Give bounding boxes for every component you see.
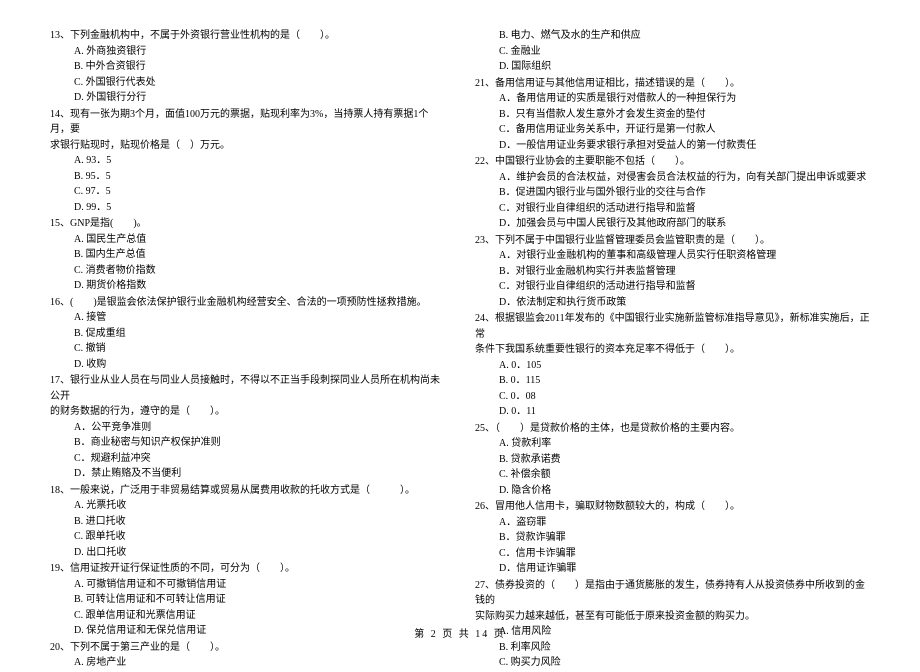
q22-text: 22、中国银行业协会的主要职能不包括（ ）。 xyxy=(475,154,870,170)
question-21: 21、备用信用证与其他信用证相比，描述错误的是（ ）。 A．备用信用证的实质是银… xyxy=(475,76,870,154)
q13-option-d: D. 外国银行分行 xyxy=(50,90,445,106)
q13-option-b: B. 中外合资银行 xyxy=(50,59,445,75)
question-26: 26、冒用他人信用卡，骗取财物数额较大的，构成（ ）。 A．盗窃罪 B．贷款诈骗… xyxy=(475,499,870,577)
q17-option-c: C．规避利益冲突 xyxy=(50,451,445,467)
q21-option-b: B．只有当借款人发生意外才会发生资金的垫付 xyxy=(475,107,870,123)
q16-option-b: B. 促成重组 xyxy=(50,326,445,342)
q20-option-b: B. 电力、燃气及水的生产和供应 xyxy=(475,28,870,44)
question-15: 15、GNP是指( )。 A. 国民生产总值 B. 国内生产总值 C. 消费者物… xyxy=(50,216,445,294)
q16-option-d: D. 收购 xyxy=(50,357,445,373)
q19-text: 19、信用证按开证行保证性质的不同，可分为（ ）。 xyxy=(50,561,445,577)
question-25: 25、（ ）是贷款价格的主体，也是贷款价格的主要内容。 A. 贷款利率 B. 贷… xyxy=(475,421,870,499)
q24-line2: 条件下我国系统重要性银行的资本充足率不得低于（ ）。 xyxy=(475,342,870,358)
q16-option-a: A. 接管 xyxy=(50,310,445,326)
q26-option-d: D．信用证诈骗罪 xyxy=(475,561,870,577)
question-17: 17、银行业从业人员在与同业人员接触时，不得以不正当手段刺探同业人员所在机构尚未… xyxy=(50,373,445,482)
question-14: 14、现有一张为期3个月，面值100万元的票据，贴现利率为3%，当持票人持有票据… xyxy=(50,107,445,216)
q14-line2: 求银行贴现时，贴现价格是（ ）万元。 xyxy=(50,138,445,154)
q18-option-c: C. 跟单托收 xyxy=(50,529,445,545)
q15-option-a: A. 国民生产总值 xyxy=(50,232,445,248)
q25-text: 25、（ ）是贷款价格的主体，也是贷款价格的主要内容。 xyxy=(475,421,870,437)
q26-option-b: B．贷款诈骗罪 xyxy=(475,530,870,546)
question-23: 23、下列不属于中国银行业监督管理委员会监管职责的是（ ）。 A．对银行业金融机… xyxy=(475,233,870,311)
q22-option-c: C．对银行业自律组织的活动进行指导和监督 xyxy=(475,201,870,217)
q25-option-c: C. 补偿余额 xyxy=(475,467,870,483)
q26-text: 26、冒用他人信用卡，骗取财物数额较大的，构成（ ）。 xyxy=(475,499,870,515)
q24-option-c: C. 0．08 xyxy=(475,389,870,405)
q24-option-a: A. 0．105 xyxy=(475,358,870,374)
q14-line1: 14、现有一张为期3个月，面值100万元的票据，贴现利率为3%，当持票人持有票据… xyxy=(50,107,445,138)
q13-option-c: C. 外国银行代表处 xyxy=(50,75,445,91)
q24-line1: 24、根据银监会2011年发布的《中国银行业实施新监管标准指导意见》，新标准实施… xyxy=(475,311,870,342)
question-27: 27、债券投资的（ ）是指由于通货膨胀的发生，债券持有人从投资债券中所收到的金钱… xyxy=(475,578,870,671)
q14-option-c: C. 97．5 xyxy=(50,184,445,200)
q16-option-c: C. 撤销 xyxy=(50,341,445,357)
q19-option-b: B. 可转让信用证和不可转让信用证 xyxy=(50,592,445,608)
q15-option-d: D. 期货价格指数 xyxy=(50,278,445,294)
q23-text: 23、下列不属于中国银行业监督管理委员会监管职责的是（ ）。 xyxy=(475,233,870,249)
q17-option-a: A．公平竞争准则 xyxy=(50,420,445,436)
question-20: 20、下列不属于第三产业的是（ ）。 A. 房地产业 xyxy=(50,640,445,671)
q26-option-c: C．信用卡诈骗罪 xyxy=(475,546,870,562)
q27-option-b: B. 利率风险 xyxy=(475,640,870,656)
question-16: 16、( )是银监会依法保护银行业金融机构经营安全、合法的一项预防性拯救措施。 … xyxy=(50,295,445,373)
q20-option-c: C. 金融业 xyxy=(475,44,870,60)
q23-option-d: D．依法制定和执行货币政策 xyxy=(475,295,870,311)
q23-option-c: C．对银行业自律组织的活动进行指导和监督 xyxy=(475,279,870,295)
q22-option-a: A．维护会员的合法权益，对侵害会员合法权益的行为，向有关部门提出申诉或要求 xyxy=(475,170,870,186)
q25-option-a: A. 贷款利率 xyxy=(475,436,870,452)
q17-line2: 的财务数据的行为，遵守的是（ ）。 xyxy=(50,404,445,420)
q18-option-d: D. 出口托收 xyxy=(50,545,445,561)
q21-option-c: C．备用信用证业务关系中，开证行是第一付款人 xyxy=(475,122,870,138)
q18-option-b: B. 进口托收 xyxy=(50,514,445,530)
q14-option-a: A. 93．5 xyxy=(50,153,445,169)
q22-option-d: D．加强会员与中国人民银行及其他政府部门的联系 xyxy=(475,216,870,232)
page-footer: 第 2 页 共 14 页 xyxy=(0,625,920,640)
q15-option-c: C. 消费者物价指数 xyxy=(50,263,445,279)
question-22: 22、中国银行业协会的主要职能不包括（ ）。 A．维护会员的合法权益，对侵害会员… xyxy=(475,154,870,232)
right-column: B. 电力、燃气及水的生产和供应 C. 金融业 D. 国际组织 21、备用信用证… xyxy=(475,28,870,672)
q20-option-a: A. 房地产业 xyxy=(50,655,445,671)
left-column: 13、下列金融机构中，不属于外资银行营业性机构的是（ ）。 A. 外商独资银行 … xyxy=(50,28,445,672)
q18-option-a: A. 光票托收 xyxy=(50,498,445,514)
q17-option-b: B．商业秘密与知识产权保护准则 xyxy=(50,435,445,451)
question-13: 13、下列金融机构中，不属于外资银行营业性机构的是（ ）。 A. 外商独资银行 … xyxy=(50,28,445,106)
question-18: 18、一般来说，广泛用于非贸易结算或贸易从属费用收款的托收方式是（ ）。 A. … xyxy=(50,483,445,561)
q14-option-b: B. 95．5 xyxy=(50,169,445,185)
q21-option-a: A．备用信用证的实质是银行对借款人的一种担保行为 xyxy=(475,91,870,107)
q13-text: 13、下列金融机构中，不属于外资银行营业性机构的是（ ）。 xyxy=(50,28,445,44)
q23-option-b: B．对银行业金融机构实行并表监督管理 xyxy=(475,264,870,280)
q21-text: 21、备用信用证与其他信用证相比，描述错误的是（ ）。 xyxy=(475,76,870,92)
q20-option-d: D. 国际组织 xyxy=(475,59,870,75)
q22-option-b: B．促进国内银行业与国外银行业的交往与合作 xyxy=(475,185,870,201)
q27-line1: 27、债券投资的（ ）是指由于通货膨胀的发生，债券持有人从投资债券中所收到的金钱… xyxy=(475,578,870,609)
question-24: 24、根据银监会2011年发布的《中国银行业实施新监管标准指导意见》，新标准实施… xyxy=(475,311,870,420)
q17-option-d: D．禁止贿赂及不当便利 xyxy=(50,466,445,482)
q24-option-d: D. 0．11 xyxy=(475,404,870,420)
q25-option-d: D. 隐含价格 xyxy=(475,483,870,499)
q20-text: 20、下列不属于第三产业的是（ ）。 xyxy=(50,640,445,656)
q25-option-b: B. 贷款承诺费 xyxy=(475,452,870,468)
q24-option-b: B. 0．115 xyxy=(475,373,870,389)
q26-option-a: A．盗窃罪 xyxy=(475,515,870,531)
question-20-cont: B. 电力、燃气及水的生产和供应 C. 金融业 D. 国际组织 xyxy=(475,28,870,75)
q13-option-a: A. 外商独资银行 xyxy=(50,44,445,60)
q14-option-d: D. 99．5 xyxy=(50,200,445,216)
q16-text: 16、( )是银监会依法保护银行业金融机构经营安全、合法的一项预防性拯救措施。 xyxy=(50,295,445,311)
q17-line1: 17、银行业从业人员在与同业人员接触时，不得以不正当手段刺探同业人员所在机构尚未… xyxy=(50,373,445,404)
q27-line2: 实际购买力越来越低，甚至有可能低于原来投资金额的购买力。 xyxy=(475,609,870,625)
q15-option-b: B. 国内生产总值 xyxy=(50,247,445,263)
q19-option-c: C. 跟单信用证和光票信用证 xyxy=(50,608,445,624)
q15-text: 15、GNP是指( )。 xyxy=(50,216,445,232)
q19-option-a: A. 可撤销信用证和不可撤销信用证 xyxy=(50,577,445,593)
q27-option-c: C. 购买力风险 xyxy=(475,655,870,671)
q21-option-d: D．一般信用证业务要求银行承担对受益人的第一付款责任 xyxy=(475,138,870,154)
q23-option-a: A．对银行业金融机构的董事和高级管理人员实行任职资格管理 xyxy=(475,248,870,264)
q18-text: 18、一般来说，广泛用于非贸易结算或贸易从属费用收款的托收方式是（ ）。 xyxy=(50,483,445,499)
